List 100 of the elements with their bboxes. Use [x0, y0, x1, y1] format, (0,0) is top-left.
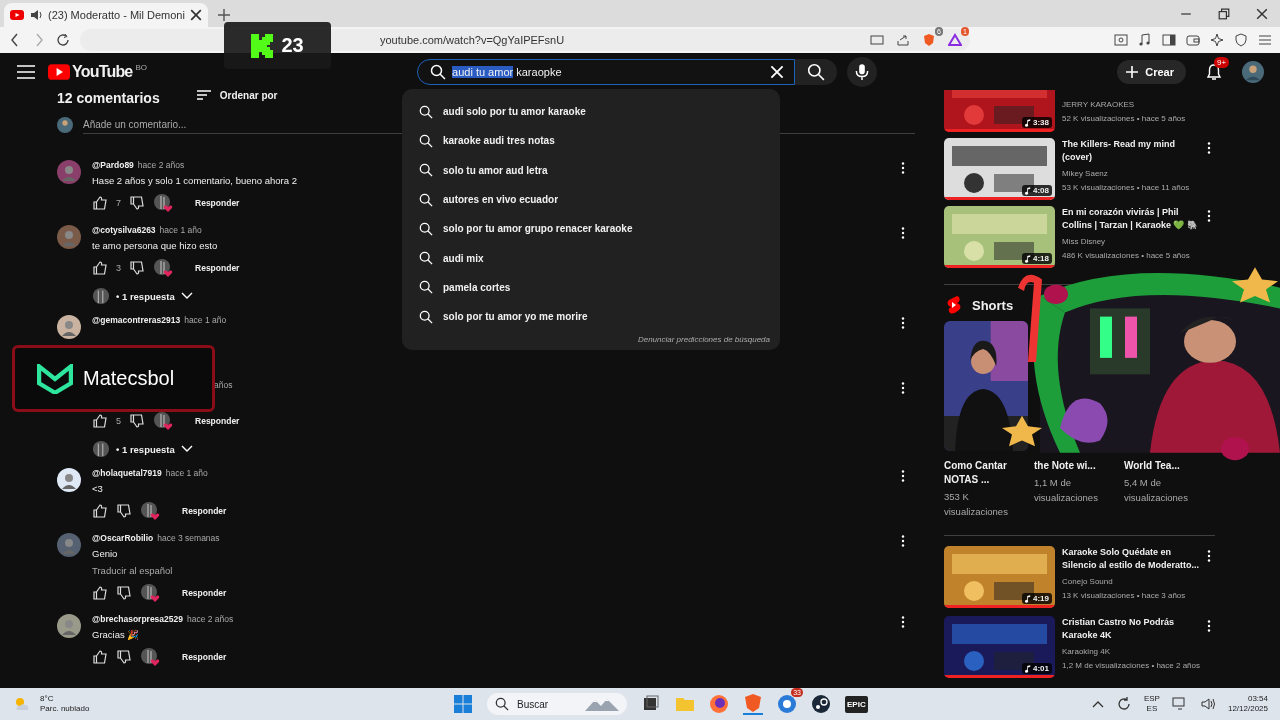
thumbs-down-icon[interactable] — [129, 260, 145, 276]
create-button[interactable]: Crear — [1117, 59, 1186, 84]
more-icon[interactable] — [901, 535, 905, 547]
channel-name[interactable]: Mikey Saenz — [1062, 167, 1203, 181]
lion-browser-icon[interactable] — [743, 693, 763, 715]
more-icon[interactable] — [901, 382, 905, 394]
microphone-button[interactable] — [847, 56, 878, 87]
comment-author[interactable]: @gemacontreras2913 — [92, 315, 181, 325]
sparkle-icon[interactable] — [1210, 33, 1224, 47]
thumbs-up-icon[interactable] — [92, 413, 108, 429]
video-title[interactable]: Karaoke Solo Quédate en Silencio al estilo de Moderatto... — [1062, 546, 1203, 572]
thumbs-up-icon[interactable] — [92, 195, 108, 211]
reply-button[interactable]: Responder — [176, 587, 233, 599]
comment-time[interactable]: hace 1 año — [184, 315, 227, 325]
language-indicator[interactable]: ESP ES — [1143, 694, 1160, 714]
thumbs-down-icon[interactable] — [116, 585, 132, 601]
more-icon[interactable] — [1207, 142, 1211, 154]
search-button[interactable] — [795, 58, 838, 85]
sort-button[interactable]: Ordenar por — [189, 90, 284, 104]
epic-icon[interactable]: EPIC — [845, 695, 868, 713]
comment-time[interactable]: hace 1 año — [159, 225, 202, 235]
video-title[interactable]: The Killers- Read my mind (cover) — [1062, 138, 1203, 164]
comment-time[interactable]: hace 3 semanas — [157, 533, 220, 543]
short-title[interactable]: World Tea... — [1124, 459, 1208, 473]
reply-button[interactable]: Responder — [176, 651, 233, 663]
comment-time[interactable]: hace 2 años — [187, 614, 234, 624]
comment-time[interactable]: años — [214, 380, 233, 390]
start-icon[interactable] — [453, 694, 473, 714]
more-icon[interactable] — [901, 317, 905, 329]
suggestion-item[interactable]: solo por tu amor grupo renacer karaoke — [402, 214, 780, 244]
more-icon[interactable] — [901, 227, 905, 239]
speaker-icon[interactable] — [29, 8, 43, 22]
reply-button[interactable]: Responder — [176, 505, 233, 517]
report-link[interactable]: Denunciar predicciones de búsqueda — [637, 335, 770, 345]
share-icon[interactable] — [896, 33, 910, 47]
comment-author[interactable]: @Pardo89 — [92, 160, 134, 170]
reload-icon[interactable] — [56, 33, 70, 47]
clock[interactable]: 03:54 12/12/2025 — [1227, 694, 1268, 714]
clear-icon[interactable] — [770, 64, 785, 79]
youtube-logo[interactable]: YouTube $^{BO}$ — [48, 62, 148, 81]
translate-link[interactable]: Traducir al español — [92, 565, 173, 576]
thumbs-up-icon[interactable] — [92, 503, 108, 519]
reply-button[interactable]: Responder — [189, 197, 246, 209]
sync-icon[interactable] — [1115, 696, 1132, 712]
close-icon[interactable] — [1256, 8, 1268, 20]
thumbs-up-icon[interactable] — [92, 649, 108, 665]
taskbar-search[interactable]: Buscar — [487, 693, 627, 715]
reply-button[interactable]: Responder — [189, 415, 246, 427]
shield-icon[interactable] — [1234, 33, 1248, 47]
search-field[interactable]: audi tu amor karaopke — [417, 58, 796, 85]
channel-name[interactable]: Karaoking 4K — [1062, 645, 1203, 659]
thumbs-up-icon[interactable] — [92, 260, 108, 276]
new-tab-icon[interactable] — [217, 9, 230, 21]
fox-browser-icon[interactable] — [709, 694, 729, 714]
network-icon[interactable] — [1171, 696, 1188, 712]
suggestion-item[interactable]: audi mix — [402, 243, 780, 273]
channel-name[interactable]: Miss Disney — [1062, 235, 1203, 249]
more-icon[interactable] — [1207, 550, 1211, 562]
reply-button[interactable]: Responder — [189, 262, 246, 274]
wallet-icon[interactable] — [1186, 33, 1200, 47]
channel-name[interactable]: JERRY KARAOKES — [1062, 98, 1203, 112]
sidebar-icon[interactable] — [1162, 33, 1176, 47]
suggestion-item[interactable]: autores en vivo ecuador — [402, 184, 780, 215]
bell-icon[interactable] — [1204, 61, 1224, 82]
browser-tab[interactable]: (23) Moderatto - Mil Demoni — [4, 3, 208, 27]
restore-icon[interactable] — [1218, 8, 1230, 20]
more-icon[interactable] — [1207, 620, 1211, 632]
avatar-icon[interactable] — [57, 315, 81, 339]
more-icon[interactable] — [901, 616, 905, 628]
install-icon[interactable] — [870, 33, 884, 47]
steam-icon[interactable] — [811, 694, 831, 714]
comment-time[interactable]: hace 1 año — [165, 468, 208, 478]
app-icon[interactable] — [777, 694, 797, 714]
short-title[interactable]: Como Cantar NOTAS ... — [944, 459, 1028, 487]
short-title[interactable]: the Note wi... — [1034, 459, 1118, 473]
comment-time[interactable]: hace 2 años — [137, 160, 185, 170]
more-icon[interactable] — [901, 470, 905, 482]
comment-author[interactable]: @cotysilva6263 — [92, 225, 156, 235]
speaker-icon[interactable] — [1199, 696, 1216, 712]
replies-toggle[interactable]: • 1 respuesta — [92, 287, 193, 305]
suggestion-item[interactable]: solo tu amor aud letra — [402, 155, 780, 185]
triangle-icon[interactable] — [948, 33, 962, 47]
thumbs-down-icon[interactable] — [129, 413, 145, 429]
thumbs-up-icon[interactable] — [92, 585, 108, 601]
avatar-icon[interactable] — [57, 468, 81, 492]
thumbs-down-icon[interactable] — [116, 503, 132, 519]
thumbs-down-icon[interactable] — [129, 195, 145, 211]
replies-toggle[interactable]: • 1 respuesta — [92, 440, 193, 458]
suggestion-item[interactable]: solo por tu amor yo me morire — [402, 302, 780, 332]
music-icon[interactable] — [1138, 33, 1152, 47]
suggestion-item[interactable]: pamela cortes — [402, 272, 780, 303]
more-icon[interactable] — [901, 162, 905, 174]
comment-author[interactable]: @holaquetal7919 — [92, 468, 162, 478]
comment-author[interactable]: @OscarRobilio — [92, 533, 154, 543]
video-title[interactable]: En mi corazón vivirás | Phil Collins | Tarzan | Karaoke 💚 🐘 — [1062, 206, 1203, 232]
close-icon[interactable] — [189, 9, 202, 21]
more-icon[interactable] — [1207, 210, 1211, 222]
channel-name[interactable]: Conejo Sound — [1062, 575, 1203, 589]
video-title[interactable]: Cristian Castro No Podrás Karaoke 4K — [1062, 616, 1203, 642]
search-tab-icon[interactable] — [1114, 33, 1128, 47]
